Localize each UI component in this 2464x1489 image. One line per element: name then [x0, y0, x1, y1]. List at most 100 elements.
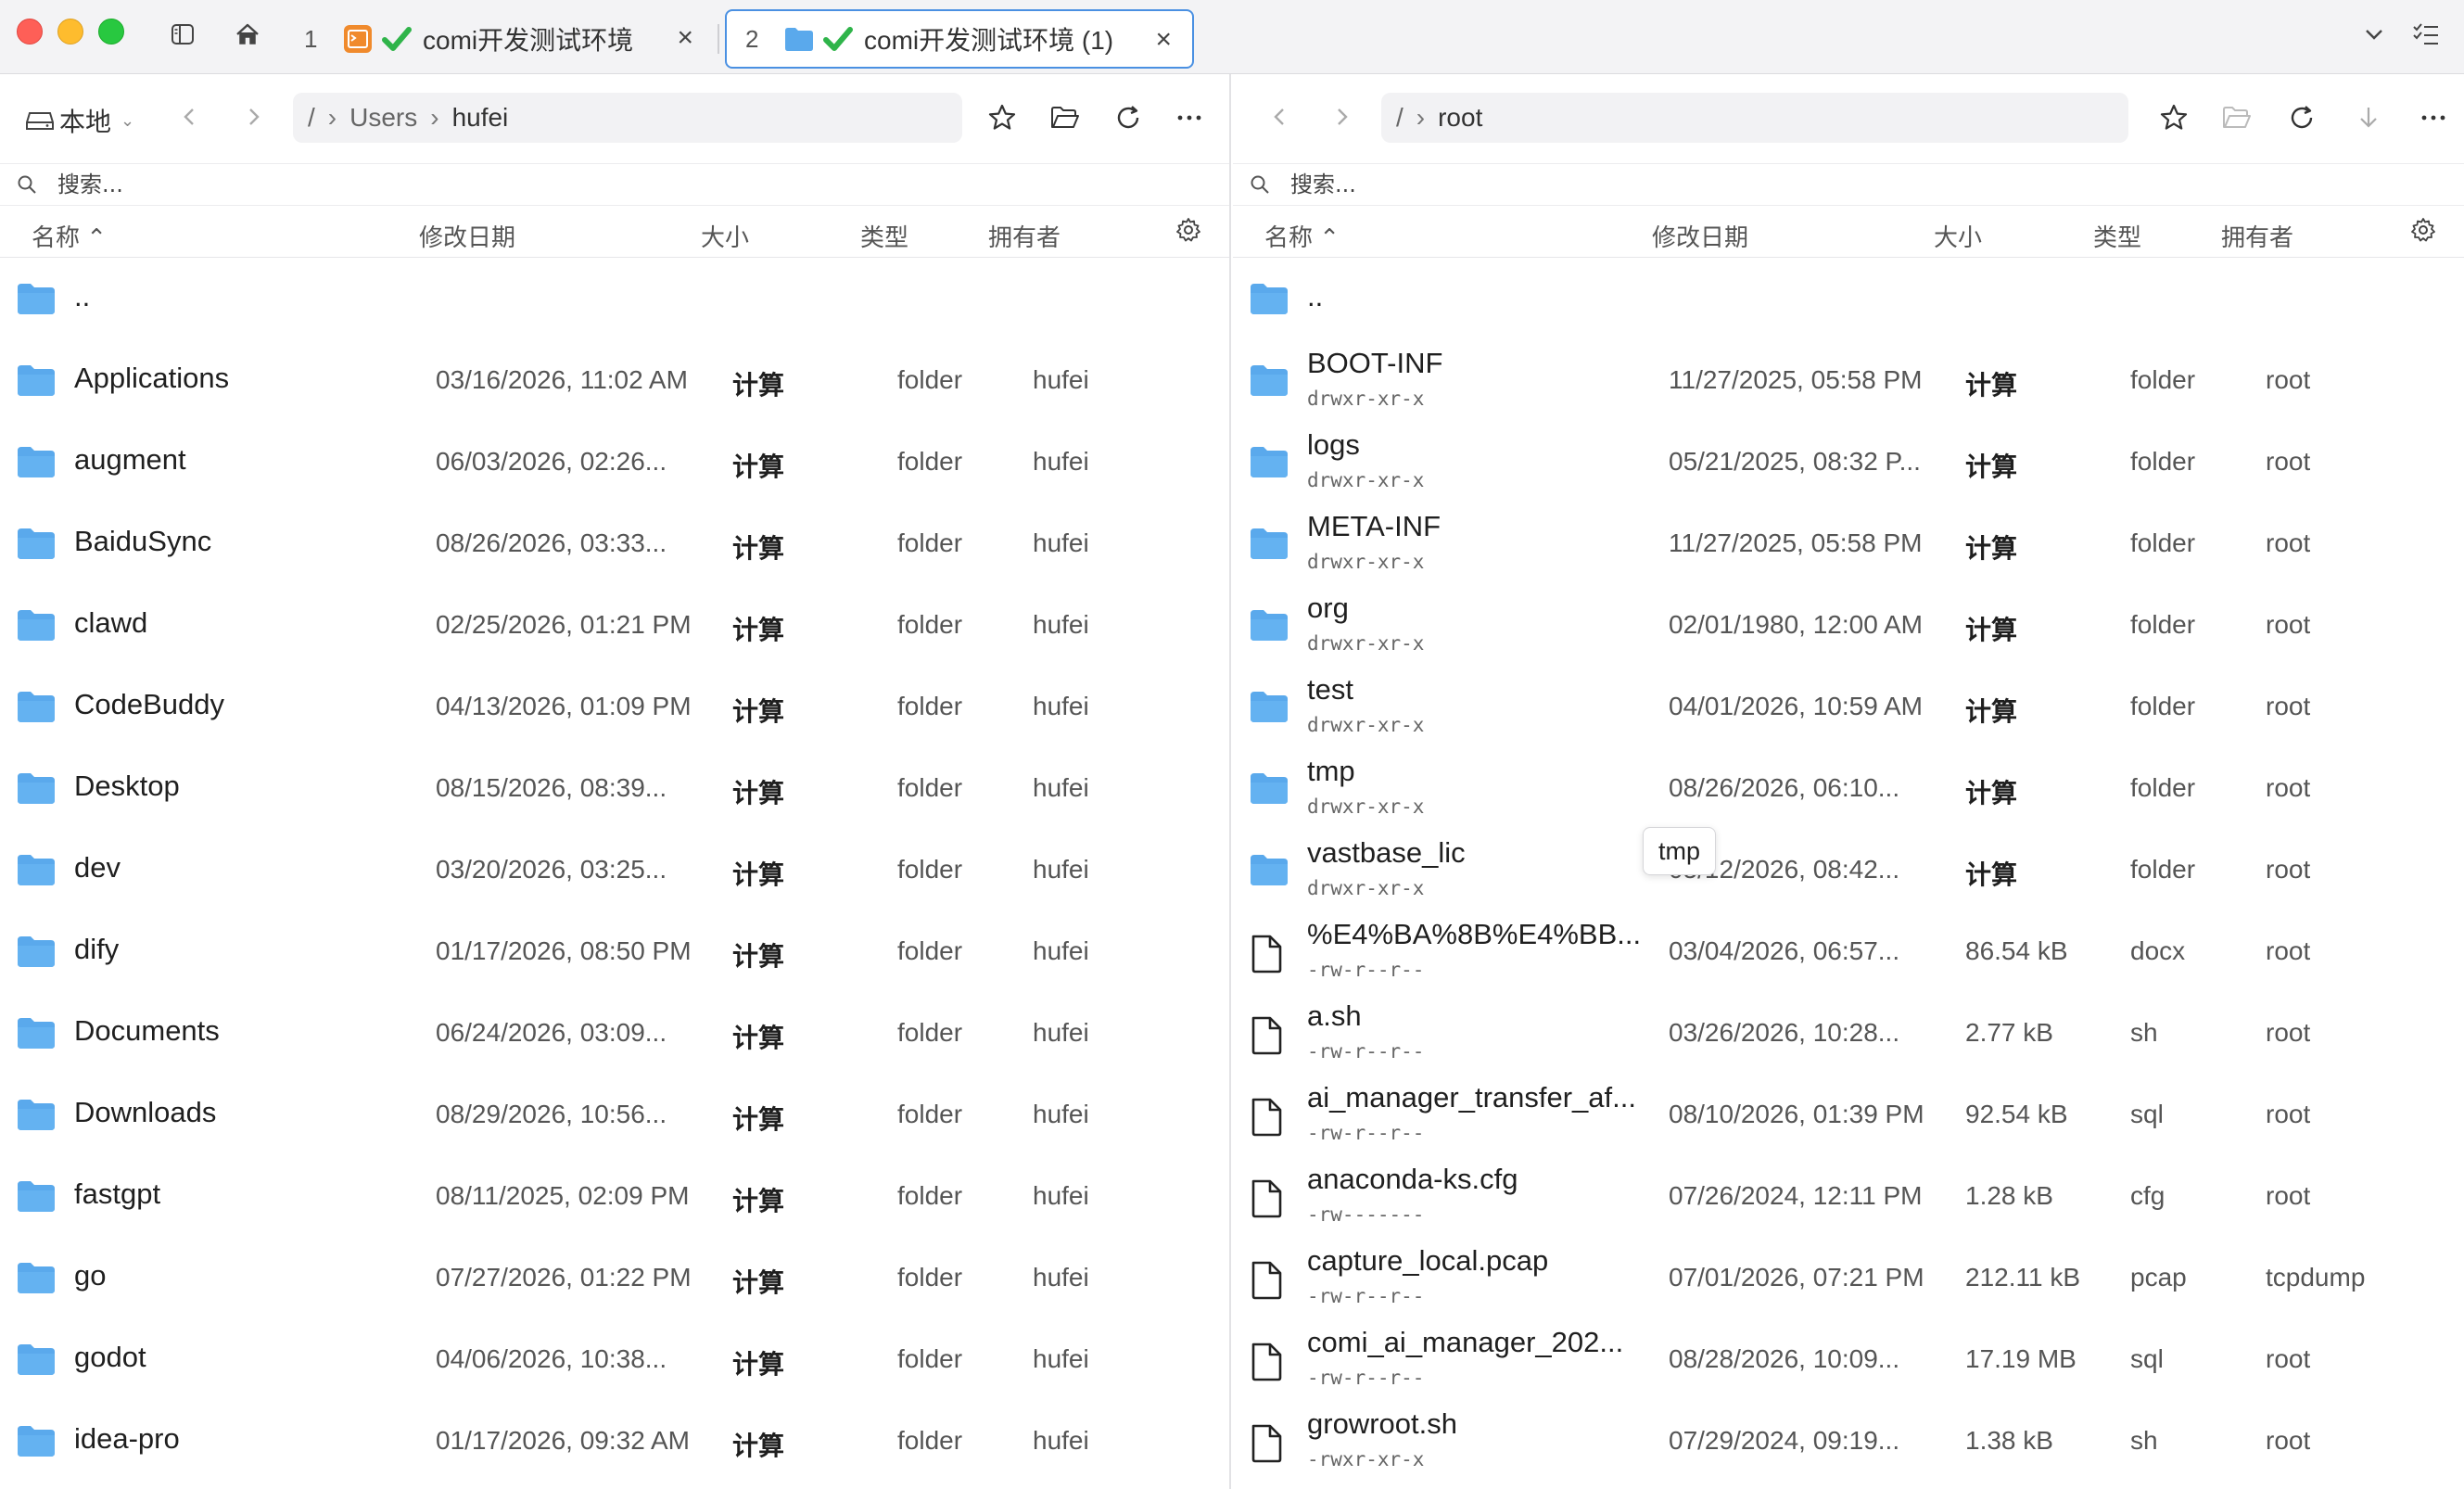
refresh-icon[interactable] [1111, 100, 1146, 135]
table-row[interactable]: BaiduSync 08/26/2026, 03:33... 计算 folder huf… [0, 503, 1229, 584]
calculate-size-link[interactable]: 计算 [732, 365, 784, 402]
table-row[interactable]: dev 03/20/2026, 03:25... 计算 folder hufei [0, 829, 1229, 910]
calculate-size-link[interactable]: 计算 [732, 1018, 784, 1055]
calculate-size-link[interactable]: 计算 [732, 855, 784, 892]
table-row[interactable]: META-INF drwxr-xr-x 11/27/2025, 05:58 PM 计算… [1233, 503, 2464, 584]
column-type-header[interactable]: 类型 [2093, 219, 2141, 253]
close-tab-icon[interactable]: × [677, 24, 693, 52]
table-row[interactable]: godot 04/06/2026, 10:38... 计算 folder hufei [0, 1318, 1229, 1400]
bookmark-star-icon[interactable] [984, 100, 1020, 135]
location-selector[interactable]: 本地 ⌄ [26, 102, 134, 139]
table-row[interactable]: go 07/27/2026, 01:22 PM 计算 folder hufei [0, 1237, 1229, 1318]
column-name-header[interactable]: 名称 ⌃ [1264, 219, 1340, 253]
calculate-size-link[interactable]: 计算 [732, 936, 784, 974]
column-type-header[interactable]: 类型 [860, 219, 908, 253]
column-date-header[interactable]: 修改日期 [1652, 219, 1748, 253]
sidebar-toggle-icon[interactable] [167, 19, 198, 50]
home-icon[interactable] [232, 19, 263, 50]
calculate-size-link[interactable]: 计算 [732, 528, 784, 566]
calculate-size-link[interactable]: 计算 [732, 610, 784, 647]
table-row[interactable]: augment 06/03/2026, 02:26... 计算 folder hufei [0, 421, 1229, 503]
table-row[interactable]: .. [0, 258, 1229, 339]
column-owner-header[interactable]: 拥有者 [988, 219, 1061, 253]
table-row[interactable]: idea-pro 01/17/2026, 09:32 AM 计算 folder hufe… [0, 1400, 1229, 1482]
table-row[interactable]: test drwxr-xr-x 04/01/2026, 10:59 AM 计算 fold… [1233, 666, 2464, 747]
table-row[interactable]: vastbase_lic drwxr-xr-x 05/12/2026, 08:42.… [1233, 829, 2464, 910]
column-date-header[interactable]: 修改日期 [419, 219, 515, 253]
table-row[interactable]: ai_manager_transfer_af... -rw-r--r-- 08/10… [1233, 1074, 2464, 1155]
table-row[interactable]: a.sh -rw-r--r-- 03/26/2026, 10:28... 2.77 k… [1233, 992, 2464, 1074]
table-row[interactable]: clawd 02/25/2026, 01:21 PM 计算 folder hufei [0, 584, 1229, 666]
gear-icon[interactable] [1175, 217, 1201, 249]
table-row[interactable]: CodeBuddy 04/13/2026, 01:09 PM 计算 folder huf… [0, 666, 1229, 747]
column-size-header[interactable]: 大小 [701, 219, 749, 253]
refresh-icon[interactable] [2284, 100, 2319, 135]
calculate-size-link[interactable]: 计算 [732, 1344, 784, 1381]
calculate-size-link[interactable]: 计算 [732, 1426, 784, 1463]
table-row[interactable]: anaconda-ks.cfg -rw------- 07/26/2024, 12:… [1233, 1155, 2464, 1237]
file-name: godot [74, 1341, 146, 1373]
table-row[interactable]: org drwxr-xr-x 02/01/1980, 12:00 AM 计算 folde… [1233, 584, 2464, 666]
calculate-size-link[interactable]: 计算 [1965, 447, 2017, 484]
chevron-down-icon[interactable] [2358, 19, 2390, 50]
table-row[interactable]: Applications 03/16/2026, 11:02 AM 计算 folder… [0, 339, 1229, 421]
forward-button[interactable] [237, 100, 271, 134]
zoom-window-button[interactable] [98, 19, 124, 45]
calculate-size-link[interactable]: 计算 [1965, 855, 2017, 892]
back-button[interactable] [172, 100, 206, 134]
column-size-header[interactable]: 大小 [1934, 219, 1982, 253]
table-row[interactable]: .. [1233, 258, 2464, 339]
table-row[interactable]: tmp drwxr-xr-x 08/26/2026, 06:10... 计算 folde… [1233, 747, 2464, 829]
path-bar[interactable]: / › Users › hufei [293, 93, 962, 143]
minimize-window-button[interactable] [57, 19, 83, 45]
more-options-icon[interactable] [2416, 100, 2451, 135]
calculate-size-link[interactable]: 计算 [732, 773, 784, 810]
table-row[interactable]: growroot.sh -rwxr-xr-x 07/29/2024, 09:19..… [1233, 1400, 2464, 1482]
calculate-size-link[interactable]: 计算 [1965, 365, 2017, 402]
table-row[interactable]: comi_ai_manager_202... -rw-r--r-- 08/28/20… [1233, 1318, 2464, 1400]
folder-icon [17, 1261, 56, 1299]
more-options-icon[interactable] [1172, 100, 1207, 135]
calculate-size-link[interactable]: 计算 [732, 692, 784, 729]
forward-button[interactable] [1326, 100, 1359, 134]
breadcrumb-root[interactable]: / [1396, 103, 1403, 133]
bookmark-star-icon[interactable] [2156, 100, 2191, 135]
table-row[interactable]: dify 01/17/2026, 08:50 PM 计算 folder hufei [0, 910, 1229, 992]
path-bar[interactable]: / › root [1381, 93, 2128, 143]
table-row[interactable]: capture_local.pcap -rw-r--r-- 07/01/2026, … [1233, 1237, 2464, 1318]
close-window-button[interactable] [17, 19, 43, 45]
calculate-size-link[interactable]: 计算 [1965, 528, 2017, 566]
tab-1[interactable]: 1 comi开发测试环境 × [286, 9, 714, 69]
column-name-header[interactable]: 名称 ⌃ [32, 219, 107, 253]
calculate-size-link[interactable]: 计算 [732, 1100, 784, 1137]
calculate-size-link[interactable]: 计算 [732, 1263, 784, 1300]
back-button[interactable] [1263, 100, 1296, 134]
search-input[interactable] [57, 172, 1077, 197]
table-row[interactable]: logs drwxr-xr-x 05/21/2025, 08:32 P... 计算 fo… [1233, 421, 2464, 503]
gear-icon[interactable] [2410, 217, 2436, 249]
calculate-size-link[interactable]: 计算 [732, 447, 784, 484]
file-owner: hufei [1033, 528, 1089, 557]
table-row[interactable]: Desktop 08/15/2026, 08:39... 计算 folder hufei [0, 747, 1229, 829]
table-row[interactable]: %E4%BA%8B%E4%BB... -rw-r--r-- 03/04/2026, … [1233, 910, 2464, 992]
breadcrumb-current[interactable]: root [1438, 103, 1482, 133]
download-icon[interactable] [2351, 100, 2386, 135]
calculate-size-link[interactable]: 计算 [1965, 692, 2017, 729]
search-input[interactable] [1290, 172, 2310, 197]
breadcrumb-current[interactable]: hufei [452, 103, 509, 133]
breadcrumb-users[interactable]: Users [349, 103, 417, 133]
close-tab-icon[interactable]: × [1155, 26, 1172, 54]
table-row[interactable]: Documents 06/24/2026, 03:09... 计算 folder huf… [0, 992, 1229, 1074]
table-row[interactable]: fastgpt 08/11/2025, 02:09 PM 计算 folder hufei [0, 1155, 1229, 1237]
open-folder-icon[interactable] [1048, 100, 1083, 135]
calculate-size-link[interactable]: 计算 [732, 1181, 784, 1218]
table-row[interactable]: BOOT-INF drwxr-xr-x 11/27/2025, 05:58 PM 计算… [1233, 339, 2464, 421]
table-row[interactable]: Downloads 08/29/2026, 10:56... 计算 folder huf… [0, 1074, 1229, 1155]
calculate-size-link[interactable]: 计算 [1965, 610, 2017, 647]
calculate-size-link[interactable]: 计算 [1965, 773, 2017, 810]
task-list-icon[interactable] [2410, 19, 2442, 50]
open-folder-icon[interactable] [2219, 100, 2254, 135]
tab-2[interactable]: 2 comi开发测试环境 (1) × [725, 9, 1194, 69]
breadcrumb-root[interactable]: / [308, 103, 315, 133]
column-owner-header[interactable]: 拥有者 [2221, 219, 2293, 253]
